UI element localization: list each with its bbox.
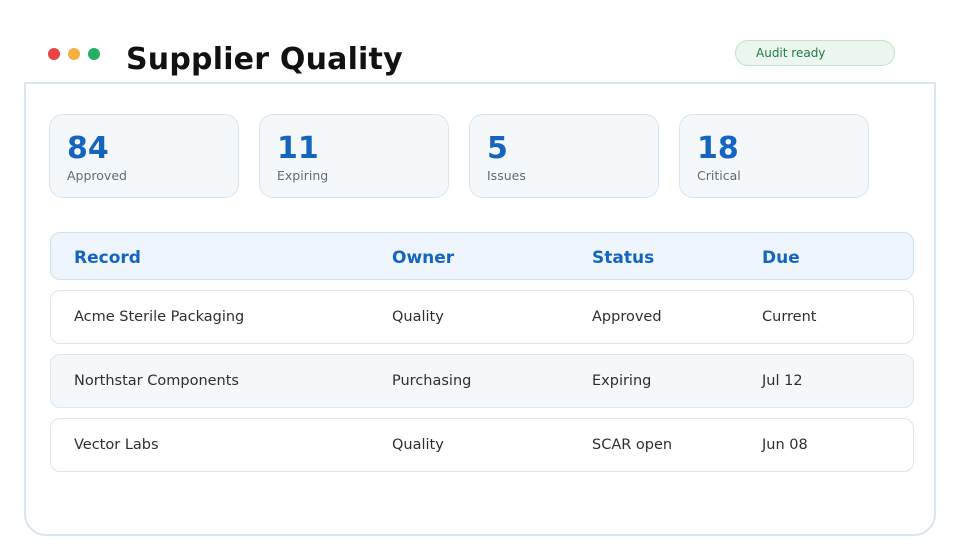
- minimize-window-button[interactable]: [68, 48, 80, 60]
- stat-label: Approved: [67, 168, 127, 183]
- stat-value: 84: [67, 131, 109, 166]
- page-title: Supplier Quality: [126, 42, 403, 77]
- cell-due: Jul 12: [762, 373, 803, 389]
- cell-record: Northstar Components: [74, 373, 239, 389]
- cell-record: Acme Sterile Packaging: [74, 309, 245, 325]
- cell-owner: Quality: [392, 309, 444, 325]
- main-panel: 84 Approved 11 Expiring 5 Issues 18 Crit…: [24, 82, 936, 536]
- window-controls: [48, 48, 100, 60]
- cell-status: Approved: [592, 309, 662, 325]
- stat-label: Issues: [487, 168, 526, 183]
- stat-value: 11: [277, 131, 319, 166]
- stat-card-issues[interactable]: 5 Issues: [469, 114, 659, 198]
- table-row[interactable]: Acme Sterile Packaging Quality Approved …: [50, 290, 914, 344]
- status-badge: Audit ready: [735, 40, 895, 66]
- table-row[interactable]: Vector Labs Quality SCAR open Jun 08: [50, 418, 914, 472]
- cell-due: Jun 08: [762, 437, 808, 453]
- column-header-status[interactable]: Status: [592, 233, 654, 283]
- cell-owner: Quality: [392, 437, 444, 453]
- cell-record: Vector Labs: [74, 437, 159, 453]
- stat-label: Expiring: [277, 168, 329, 183]
- cell-due: Current: [762, 309, 817, 325]
- cell-status: Expiring: [592, 373, 652, 389]
- cell-status: SCAR open: [592, 437, 673, 453]
- stat-value: 5: [487, 131, 508, 166]
- column-header-due[interactable]: Due: [762, 233, 800, 283]
- column-header-owner[interactable]: Owner: [392, 233, 454, 283]
- cell-owner: Purchasing: [392, 373, 472, 389]
- table-row[interactable]: Northstar Components Purchasing Expiring…: [50, 354, 914, 408]
- maximize-window-button[interactable]: [88, 48, 100, 60]
- stat-card-approved[interactable]: 84 Approved: [49, 114, 239, 198]
- close-window-button[interactable]: [48, 48, 60, 60]
- stat-value: 18: [697, 131, 739, 166]
- stat-card-critical[interactable]: 18 Critical: [679, 114, 869, 198]
- stat-card-expiring[interactable]: 11 Expiring: [259, 114, 449, 198]
- column-header-record[interactable]: Record: [74, 233, 141, 283]
- stat-label: Critical: [697, 168, 741, 183]
- table-header: Record Owner Status Due: [50, 232, 914, 280]
